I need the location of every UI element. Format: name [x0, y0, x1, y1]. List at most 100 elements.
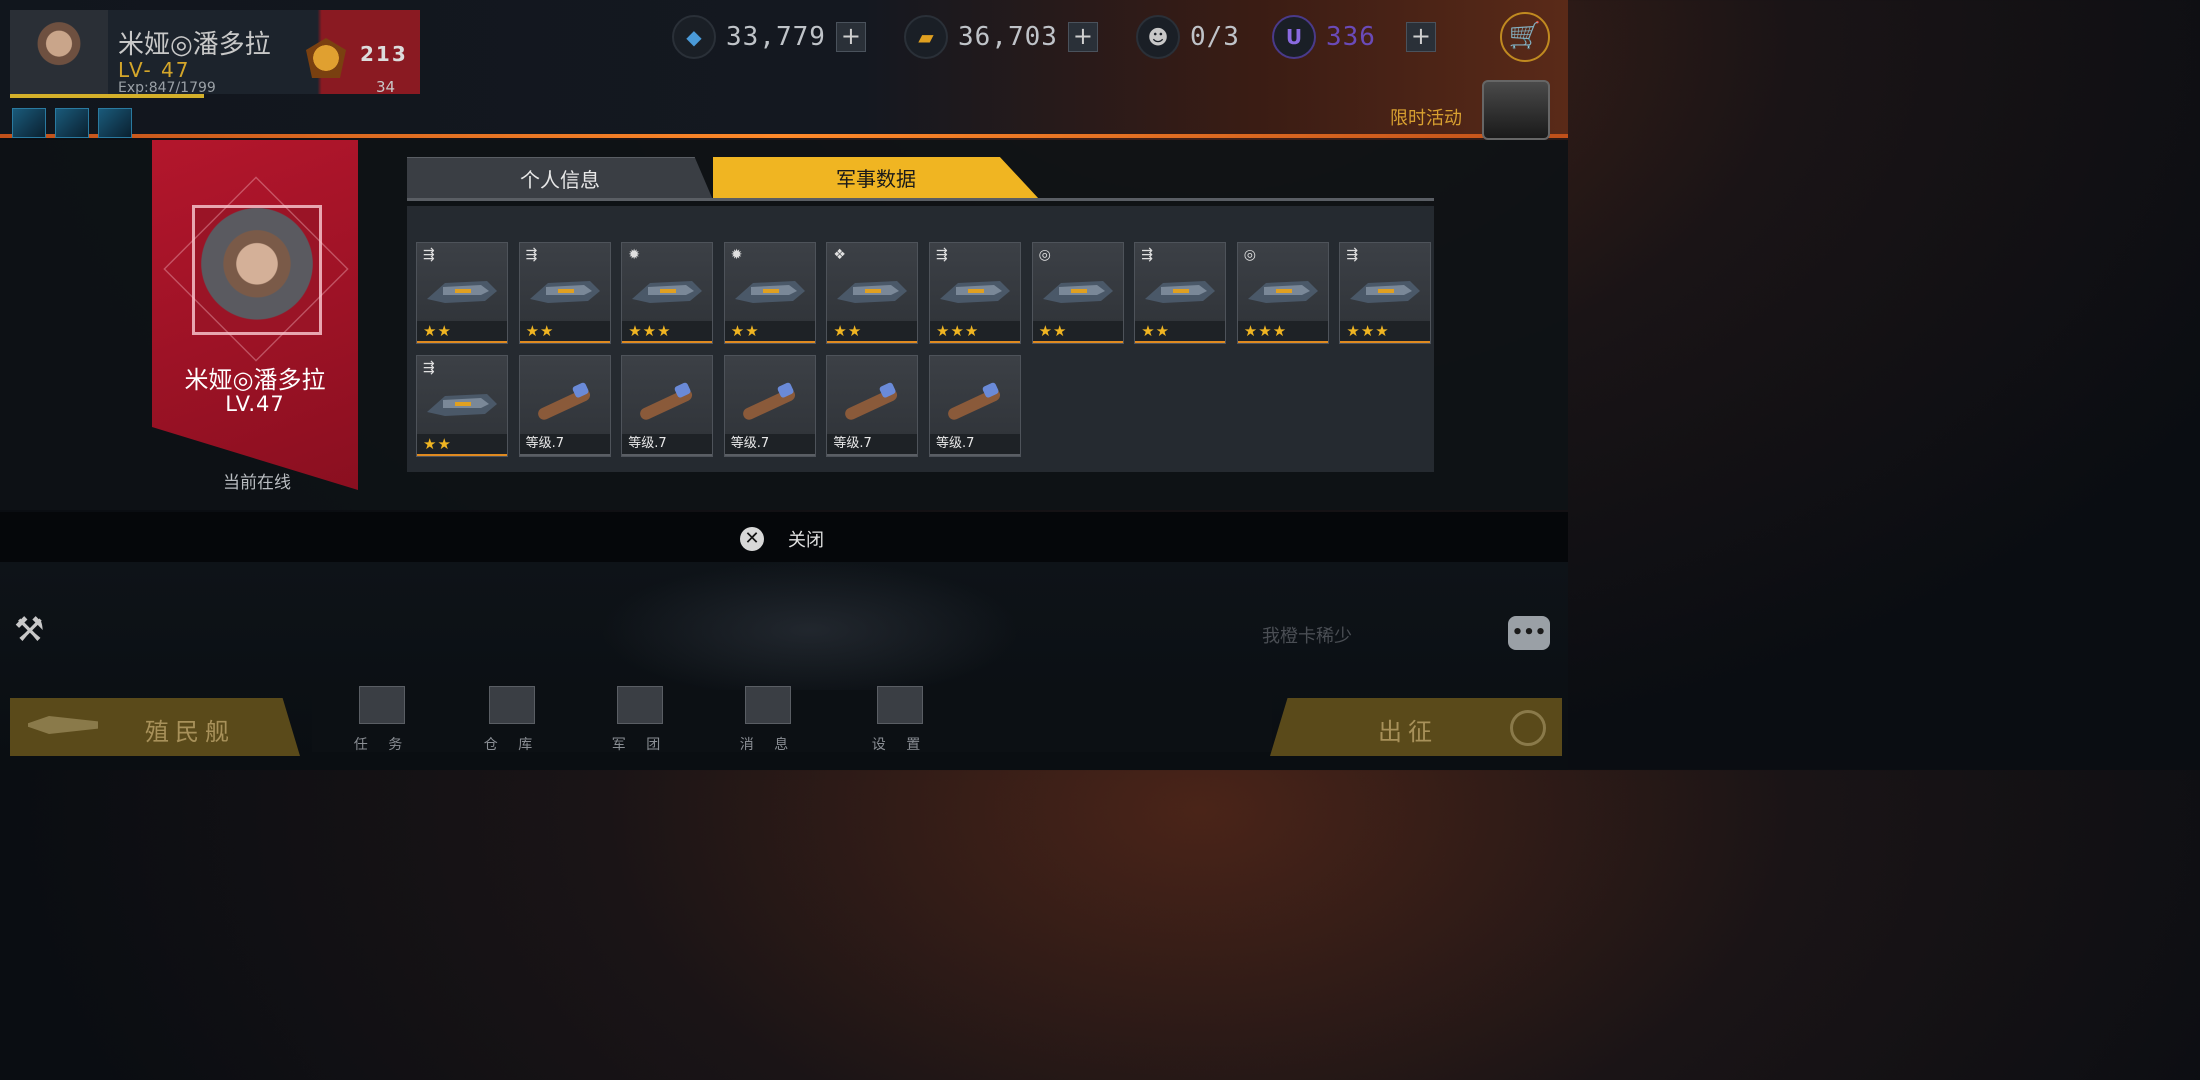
warship-image	[1348, 265, 1422, 315]
equipment-slot[interactable]: 等级.7	[723, 355, 816, 457]
rank-number: 34	[376, 78, 396, 96]
equipment-slot[interactable]: ⇶ ★★	[518, 242, 611, 344]
tools-icon[interactable]: ⚒	[14, 610, 44, 650]
equipment-slot[interactable]: ⇶ ★★	[416, 242, 508, 344]
warship-image	[835, 265, 909, 315]
crosshair-icon	[1510, 710, 1546, 746]
missile-icon: ⇶	[1141, 247, 1153, 263]
equipment-slot[interactable]: ⇶ ★★	[416, 355, 508, 457]
limited-event-label[interactable]: 限时活动	[1390, 104, 1462, 130]
buff-icon[interactable]	[12, 108, 46, 138]
mothership-image	[600, 560, 1020, 700]
buff-icon[interactable]	[98, 108, 132, 138]
buff-icon[interactable]	[55, 108, 89, 138]
equipment-slot[interactable]: ◎ ★★	[1031, 242, 1124, 344]
player-card[interactable]: 米娅◎潘多拉 LV- 47 Exp:847/1799 213 34	[10, 10, 420, 96]
close-label[interactable]: 关闭	[788, 526, 824, 552]
warship-image	[528, 265, 602, 315]
close-icon[interactable]: ✕	[740, 527, 764, 551]
item-level: 等级.7	[930, 434, 1020, 456]
star-rating: ★★	[827, 321, 918, 343]
weapon-module-image	[630, 378, 704, 428]
equipment-slot[interactable]: 等级.7	[826, 355, 919, 457]
target-icon: ◎	[1038, 247, 1051, 263]
warship-image	[1246, 265, 1320, 315]
missile-icon: ⇶	[1346, 247, 1359, 263]
equipment-slot[interactable]: 等级.7	[518, 355, 611, 457]
star-rating: ★★	[724, 321, 815, 343]
fleet-value: 0/3	[1190, 22, 1240, 52]
equipment-slot[interactable]: ⇶ ★★	[1134, 242, 1227, 344]
nav-warehouse[interactable]: 仓 库	[472, 686, 552, 754]
chat-preview[interactable]: 我橙卡稀少	[1262, 622, 1352, 648]
crystal-resource: ◆ 33,779 +	[672, 15, 866, 59]
missile-icon: ⇶	[423, 247, 435, 263]
nav-missions[interactable]: 任 务	[342, 686, 422, 754]
player-name: 米娅◎潘多拉	[118, 30, 271, 60]
premium-resource: U 336 +	[1272, 15, 1436, 59]
warship-image	[425, 378, 499, 428]
rank-emblem-icon[interactable]	[306, 38, 346, 78]
equipment-slot[interactable]: ◎ ★★★	[1236, 242, 1329, 344]
equipment-slot[interactable]: ✹ ★★	[723, 242, 816, 344]
gold-bar-icon: ▰	[904, 15, 948, 59]
warship-image	[425, 265, 499, 315]
nav-settings[interactable]: 设 置	[860, 686, 940, 754]
fleet-resource: ☻ 0/3	[1136, 15, 1240, 59]
add-premium-button[interactable]: +	[1405, 22, 1436, 52]
chat-icon[interactable]: •••	[1508, 616, 1550, 650]
equipment-slot[interactable]: 等级.7	[929, 355, 1021, 457]
item-level: 等级.7	[519, 434, 610, 456]
event-chest-icon[interactable]	[1482, 80, 1550, 140]
warship-image	[1143, 265, 1217, 315]
deploy-button[interactable]: 出征	[1270, 698, 1562, 756]
player-level: LV- 47	[118, 58, 191, 82]
equipment-slot[interactable]: ⇶ ★★★	[929, 242, 1021, 344]
profile-level: LV.47	[225, 392, 285, 416]
star-rating: ★★★	[622, 321, 713, 343]
colony-ship-button[interactable]: 殖民舰	[10, 698, 300, 756]
weapon-module-image	[835, 378, 909, 428]
profile-portrait	[192, 205, 322, 335]
mail-icon	[745, 686, 791, 724]
nav-label: 消 息	[739, 737, 797, 753]
crystal-value: 33,779	[726, 22, 826, 52]
missile-icon: ⇶	[423, 360, 435, 376]
nav-messages[interactable]: 消 息	[728, 686, 808, 754]
equipment-slot[interactable]: 等级.7	[621, 355, 714, 457]
weapon-module-image	[733, 378, 807, 428]
add-gold-button[interactable]: +	[1067, 22, 1098, 52]
close-button[interactable]: ✕ 关闭	[740, 526, 824, 552]
star-rating: ★★	[519, 321, 610, 343]
weapon-module-image	[938, 378, 1012, 428]
star-rating: ★★★	[1237, 321, 1328, 343]
missile-icon: ⇶	[525, 247, 538, 263]
equipment-slot[interactable]: ❖ ★★	[826, 242, 919, 344]
profile-name: 米娅◎潘多拉	[184, 366, 326, 394]
nav-label: 仓 库	[483, 737, 541, 753]
burst-icon: ✹	[628, 247, 640, 263]
nav-legion[interactable]: 军 团	[600, 686, 680, 754]
missions-icon	[359, 686, 405, 724]
tab-military-data[interactable]: 军事数据	[713, 157, 1039, 199]
star-rating: ★★	[417, 321, 507, 343]
boxes-icon	[489, 686, 535, 724]
nav-label: 任 务	[353, 737, 411, 753]
exp-progress-bar	[10, 94, 204, 98]
equipment-slot[interactable]: ✹ ★★★	[621, 242, 714, 344]
gold-value: 36,703	[958, 22, 1058, 52]
add-crystal-button[interactable]: +	[835, 22, 866, 52]
premium-currency-icon: U	[1272, 15, 1316, 59]
equipment-slot[interactable]: ⇶ ★★★	[1339, 242, 1432, 344]
pilot-icon: ☻	[1136, 15, 1180, 59]
player-avatar[interactable]	[10, 10, 108, 94]
shop-cart-icon[interactable]: 🛒	[1500, 12, 1550, 62]
rank-digits: 213	[360, 42, 408, 66]
warship-image	[1041, 265, 1115, 315]
colony-ship-label: 殖民舰	[145, 718, 235, 746]
tab-personal-info[interactable]: 个人信息	[407, 157, 713, 200]
crystal-icon: ◆	[672, 15, 716, 59]
premium-value: 336	[1326, 22, 1376, 52]
warship-image	[630, 265, 704, 315]
star-rating: ★★★	[1340, 321, 1431, 343]
